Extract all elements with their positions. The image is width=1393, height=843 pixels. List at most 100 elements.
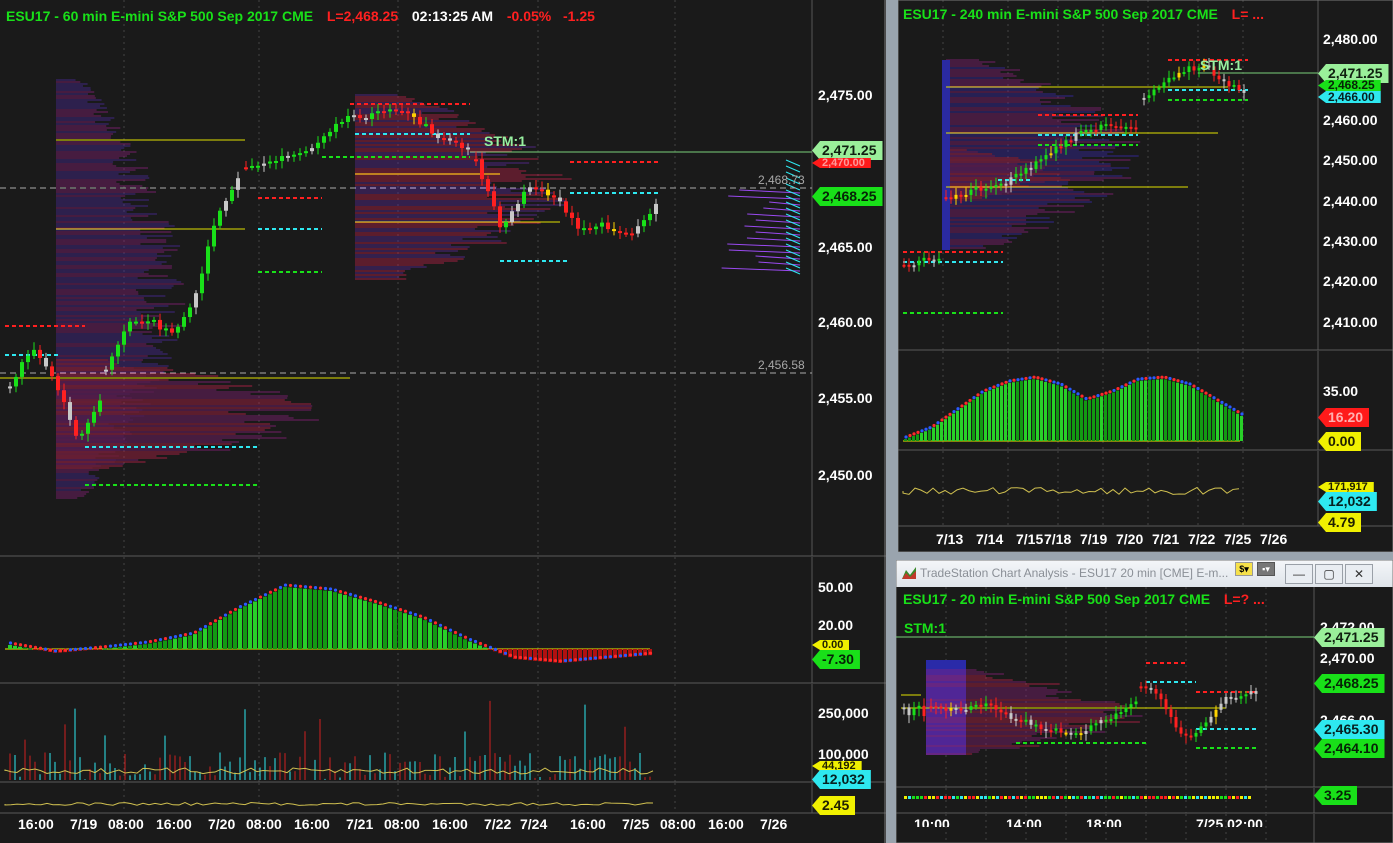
oscillator-bar — [1120, 388, 1123, 441]
oscillator-bar — [418, 618, 422, 649]
oscillator-dot — [1032, 375, 1036, 379]
oscillator-dot — [383, 603, 388, 607]
candle-body — [954, 194, 958, 199]
candle-body — [1094, 129, 1098, 132]
chart-240min-window[interactable]: ESU17 - 240 min E-mini S&P 500 Sep 2017 … — [898, 0, 1393, 552]
oscillator-dot — [233, 607, 238, 612]
oscillator-dot — [578, 657, 583, 661]
chart-pane — [0, 557, 886, 683]
candle-body — [86, 422, 90, 434]
candle-body — [466, 147, 470, 150]
oscillator-dot — [1024, 376, 1028, 381]
oscillator-bar — [1192, 388, 1195, 441]
oscillator-dot — [1092, 796, 1095, 799]
candle-body — [934, 706, 938, 709]
oscillator-dot — [73, 647, 78, 651]
oscillator-dot — [478, 641, 483, 646]
oscillator-dot — [1096, 393, 1100, 398]
oscillator-bar — [393, 609, 397, 649]
oscillator-bar — [348, 596, 352, 649]
oscillator-dot — [198, 627, 203, 631]
main-price-tag-stop: 2,470.00 — [812, 158, 871, 168]
candle-body — [504, 222, 508, 228]
oscillator-bar — [952, 413, 955, 441]
oscillator-dot — [458, 633, 463, 637]
oscillator-dot — [443, 626, 448, 630]
oscillator-dot — [928, 796, 931, 799]
candle-body — [1254, 691, 1258, 694]
w240-axis-label: 2,460.00 — [1323, 112, 1378, 128]
oscillator-dot — [133, 641, 138, 645]
oscillator-bar — [1212, 399, 1215, 441]
oscillator-dot — [952, 409, 956, 414]
oscillator-dot — [123, 642, 128, 647]
oscillator-dot — [936, 421, 940, 425]
oscillator-dot — [988, 796, 991, 799]
candle-body — [1219, 703, 1223, 710]
oscillator-bar — [143, 644, 147, 649]
chart-pane — [898, 451, 1393, 526]
chart-20min-window[interactable]: TradeStation Chart Analysis - ESU17 20 m… — [896, 560, 1393, 843]
chart-240min-canvas[interactable] — [898, 0, 1393, 552]
w20-symbol-title: ESU17 - 20 min E-mini S&P 500 Sep 2017 C… — [903, 591, 1211, 607]
oscillator-dot — [916, 796, 919, 799]
w240-axis-label: 2,480.00 — [1323, 31, 1378, 47]
candle-body — [1084, 731, 1088, 735]
oscillator-dot — [988, 386, 992, 391]
main-osc-tag-value: -7.30 — [812, 650, 860, 669]
candle-body — [1074, 132, 1078, 141]
oscillator-bar — [303, 588, 307, 649]
oscillator-bar — [323, 590, 327, 649]
oscillator-dot — [904, 796, 907, 799]
candle-body — [1079, 131, 1083, 134]
oscillator-bar — [1048, 383, 1051, 441]
oscillator-dot — [148, 639, 153, 644]
oscillator-dot — [138, 641, 143, 645]
oscillator-dot — [1208, 796, 1211, 799]
oscillator-bar — [1224, 406, 1227, 441]
oscillator-bar — [213, 622, 217, 649]
oscillator-dot — [1180, 380, 1184, 384]
candle-body — [1049, 153, 1053, 156]
main-axis-label: 2,450.00 — [818, 467, 873, 483]
oscillator-bar — [198, 631, 202, 649]
candle-body — [1124, 707, 1128, 713]
candle-body — [164, 328, 168, 331]
main-price-tag-trendline: 2,471.25 — [812, 141, 883, 160]
oscillator-dot — [273, 588, 278, 592]
oscillator-bar — [1008, 382, 1011, 441]
oscillator-dot — [8, 641, 13, 645]
main-osc-tag-zero: 0.00 — [812, 640, 850, 650]
oscillator-dot — [1168, 796, 1171, 799]
oscillator-dot — [1136, 377, 1140, 381]
oscillator-dot — [976, 393, 980, 397]
oscillator-dot — [523, 656, 528, 660]
oscillator-dot — [1100, 392, 1104, 396]
candle-body — [642, 220, 646, 227]
oscillator-dot — [1236, 796, 1239, 799]
candle-body — [1147, 95, 1151, 98]
oscillator-dot — [398, 607, 403, 612]
oscillator-bar — [193, 634, 197, 649]
main-chart-window[interactable]: ESU17 - 60 min E-mini S&P 500 Sep 2017 C… — [0, 0, 886, 843]
oscillator-dot — [916, 430, 920, 434]
oscillator-dot — [613, 654, 618, 658]
candle-body — [1009, 713, 1013, 719]
oscillator-bar — [298, 588, 302, 649]
oscillator-bar — [1164, 379, 1167, 441]
oscillator-dot — [88, 646, 93, 650]
oscillator-dot — [928, 426, 932, 430]
oscillator-dot — [283, 583, 288, 587]
oscillator-dot — [1200, 796, 1203, 799]
candle-body — [122, 331, 126, 345]
oscillator-bar — [153, 642, 157, 649]
main-chart-canvas[interactable] — [0, 0, 886, 843]
oscillator-dot — [1124, 383, 1128, 387]
oscillator-dot — [278, 585, 283, 590]
candle-body — [1054, 146, 1058, 154]
candle-body — [994, 705, 998, 710]
oscillator-dot — [1068, 387, 1072, 391]
candle-body — [262, 163, 266, 166]
candle-body — [1169, 709, 1173, 717]
oscillator-bar — [238, 608, 242, 649]
